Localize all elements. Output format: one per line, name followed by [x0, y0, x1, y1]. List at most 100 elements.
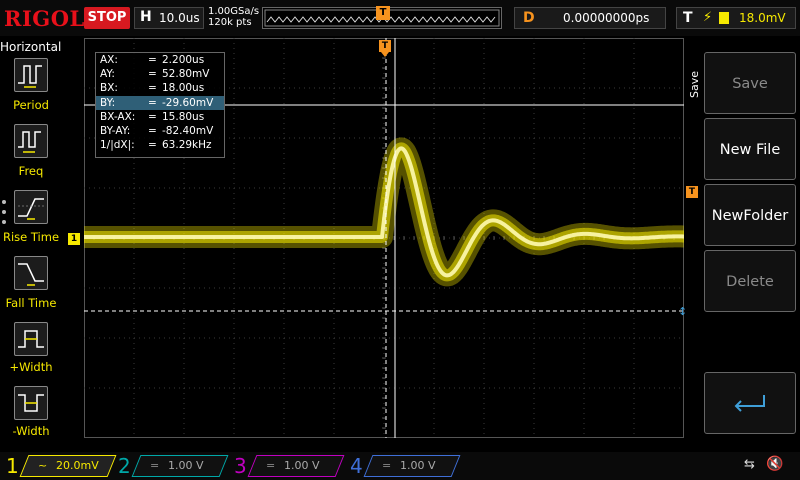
coupling-icon: =: [266, 459, 276, 472]
sample-rate: 1.00GSa/s: [208, 6, 260, 17]
negative-width-label: -Width: [12, 424, 50, 438]
rise-time-label: Rise Time: [2, 230, 60, 244]
cursor-row-eq: =: [148, 124, 157, 137]
channel-number: 3: [234, 454, 247, 478]
cursor-row-key: AY:: [100, 68, 115, 81]
cursor-row: 1/|dX|: = 63.29kHz: [96, 138, 224, 152]
channel-1-tab[interactable]: 1 ~20.0mV: [6, 454, 117, 479]
trigger-position-marker-overview: T: [376, 6, 390, 20]
channel-scale: 1.00 V: [284, 459, 320, 472]
enter-button[interactable]: [704, 372, 796, 434]
cursor-row-key: BY-AY:: [100, 124, 131, 137]
period-button[interactable]: [14, 58, 48, 92]
timebase-box[interactable]: H 10.0us: [134, 7, 204, 29]
negative-width-button[interactable]: [14, 386, 48, 420]
new-file-button[interactable]: New File: [704, 118, 796, 180]
speaker-mute-icon[interactable]: 🔇: [766, 456, 783, 472]
run-stop-status[interactable]: STOP: [84, 7, 130, 29]
delete-button[interactable]: Delete: [704, 250, 796, 312]
cursor-vertical-arrows-icon: ↕: [678, 305, 688, 318]
cursor-row-value: 15.80us: [162, 110, 205, 123]
cursor-row-eq: =: [148, 110, 157, 123]
freq-button[interactable]: [14, 124, 48, 158]
channel-3-tab[interactable]: 3 = 1.00 V: [234, 454, 345, 479]
timebase-value: 10.0us: [159, 11, 200, 25]
cursor-row-value: 52.80mV: [162, 68, 210, 81]
cursor-row: AX: = 2.200us: [96, 53, 224, 67]
channel-scale: 1.00 V: [168, 459, 204, 472]
channel-2-tab[interactable]: 2 = 1.00 V: [118, 454, 229, 479]
coupling-icon: =: [382, 459, 392, 472]
channel-scale: 20.0mV: [56, 459, 99, 472]
page-indicator-dot: [2, 220, 6, 224]
cursor-row-eq: =: [148, 68, 157, 81]
cursor-row-key: AX:: [100, 54, 118, 66]
coupling-icon: =: [150, 459, 160, 472]
rise-time-button[interactable]: [14, 190, 48, 224]
trigger-position-marker[interactable]: T: [379, 40, 391, 52]
channel-scale: 1.00 V: [400, 459, 436, 472]
timebase-label: H: [140, 9, 152, 25]
cursor-row-key: 1/|dX|:: [100, 139, 135, 152]
cursor-row-eq: =: [148, 54, 157, 66]
usb-icon: ⇆: [744, 457, 755, 472]
memory-depth: 120k pts: [208, 17, 252, 28]
cursor-row: BY: = -29.60mV: [96, 95, 224, 110]
left-menu-title: Horizontal: [0, 40, 62, 54]
channel-number: 1: [6, 454, 19, 478]
fall-time-button[interactable]: [14, 256, 48, 290]
delay-value: 0.00000000ps: [563, 11, 650, 25]
rise-time-icon: [18, 198, 44, 220]
delay-label: D: [523, 10, 535, 26]
cursor-row-key: BX:: [100, 82, 118, 95]
trigger-level-value: 18.0mV: [739, 11, 786, 25]
positive-width-icon: [18, 330, 44, 348]
right-menu-tab: Save: [688, 60, 702, 100]
positive-width-label: +Width: [9, 360, 53, 374]
channel1-trace: [84, 137, 684, 287]
channel-4-tab[interactable]: 4 = 1.00 V: [350, 454, 461, 479]
save-button[interactable]: Save: [704, 52, 796, 114]
period-icon: [18, 65, 42, 88]
cursor-row-eq: =: [148, 139, 157, 152]
trigger-label: T: [683, 10, 693, 26]
cursor-row-value: 63.29kHz: [162, 139, 212, 152]
cursor-row: BX: = 18.00us: [96, 81, 224, 95]
delay-box[interactable]: D 0.00000000ps: [514, 7, 666, 29]
cursor-row-key: BX-AX:: [100, 110, 136, 123]
cursor-row-value: -29.60mV: [162, 96, 214, 109]
channel-number: 2: [118, 454, 131, 478]
cursor-row: BY-AY: = -82.40mV: [96, 124, 224, 138]
coupling-icon: ~: [38, 459, 48, 472]
freq-label: Freq: [18, 164, 44, 178]
trigger-source-badge: [719, 12, 729, 24]
right-menu-title: Save: [688, 70, 701, 98]
cursor-row: AY: = 52.80mV: [96, 67, 224, 81]
new-folder-button[interactable]: NewFolder: [704, 184, 796, 246]
cursor-row-value: -82.40mV: [162, 124, 214, 137]
cursor-readout-table: AX: = 2.200us AY: = 52.80mV BX: = 18.00us BY: = -29…: [95, 52, 225, 158]
cursor-row-eq: =: [148, 82, 157, 95]
status-area: ⇆ 🔇: [706, 454, 796, 478]
cursor-row: BX-AX: = 15.80us: [96, 110, 224, 124]
fall-time-label: Fall Time: [5, 296, 57, 310]
trigger-box[interactable]: T ⚡ 18.0mV: [676, 7, 796, 29]
channel-number: 4: [350, 454, 363, 478]
brand-logo: RIGOL: [4, 6, 85, 31]
freq-icon: [18, 131, 41, 153]
page-indicator-dot: [2, 200, 6, 204]
period-label: Period: [13, 98, 49, 112]
fall-time-icon: [18, 263, 44, 286]
positive-width-button[interactable]: [14, 322, 48, 356]
trigger-level-marker[interactable]: T: [686, 186, 698, 198]
acquisition-info: 1.00GSa/s 120k pts: [208, 6, 259, 28]
cursor-row-key: BY:: [100, 96, 116, 109]
cursor-row-eq: =: [148, 96, 157, 109]
trigger-edge-icon: ⚡: [703, 10, 713, 25]
cursor-row-value: 18.00us: [162, 82, 205, 95]
cursor-row-value: 2.200us: [162, 54, 205, 66]
channel1-offset-marker[interactable]: 1: [68, 233, 80, 245]
page-indicator-dot: [2, 210, 6, 214]
trigger-position-arrow-icon: [381, 52, 389, 57]
negative-width-icon: [18, 394, 44, 412]
